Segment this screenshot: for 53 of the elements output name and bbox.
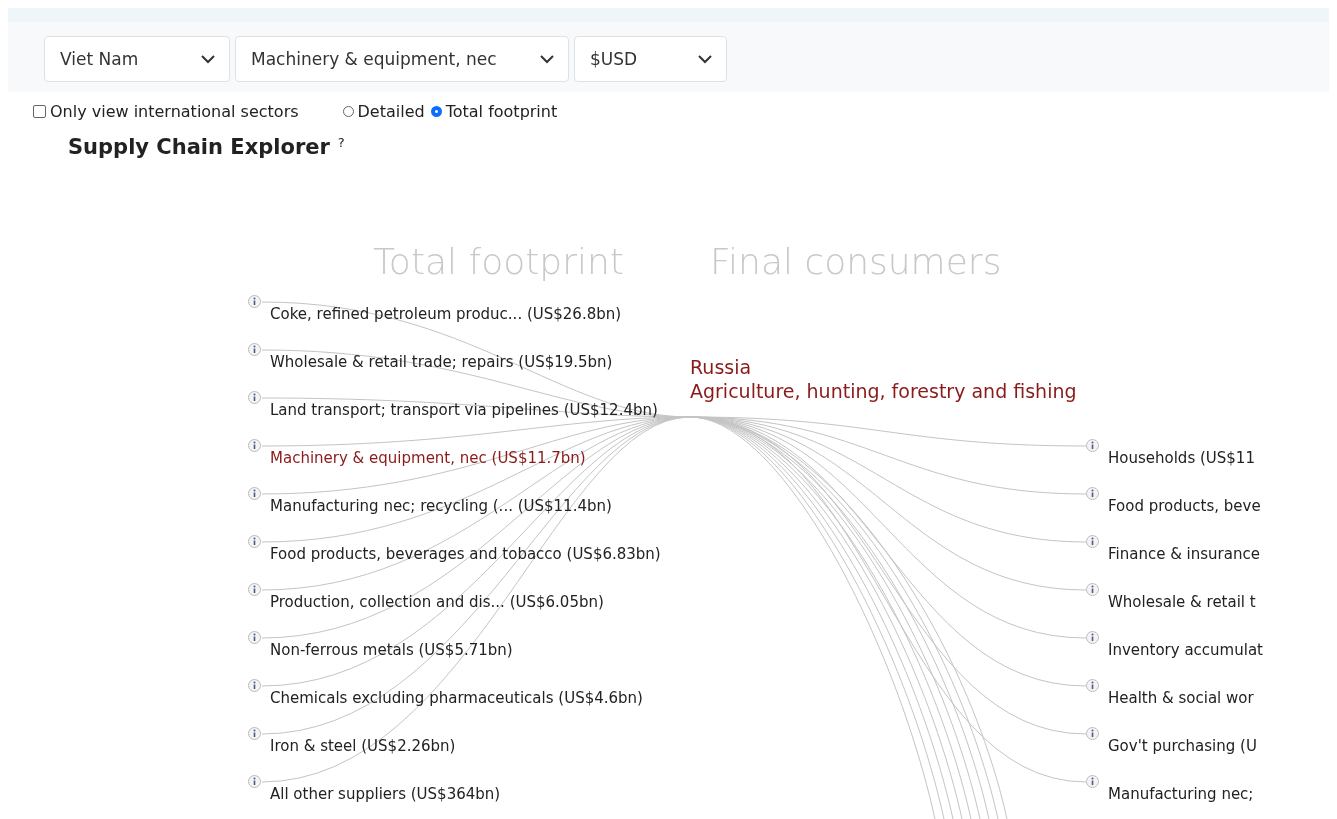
chevron-down-icon	[698, 54, 712, 64]
consumer-label[interactable]: Wholesale & retail t	[1108, 593, 1256, 611]
focus-country: Russia	[690, 355, 752, 379]
supplier-label[interactable]: Iron & steel (US$2.26bn)	[270, 737, 456, 755]
info-icon[interactable]	[248, 583, 261, 596]
info-icon[interactable]	[248, 439, 261, 452]
info-icon[interactable]	[248, 343, 261, 356]
info-icon[interactable]	[1086, 775, 1099, 788]
consumer-label[interactable]: Finance & insurance	[1108, 545, 1260, 563]
info-icon[interactable]	[1086, 487, 1099, 500]
supplier-label[interactable]: Coke, refined petroleum produc... (US$26.8bn)	[270, 305, 622, 323]
info-icon[interactable]	[1086, 583, 1099, 596]
supplier-label[interactable]: Production, collection and dis... (US$6.05bn)	[270, 593, 604, 611]
radio-label: Detailed	[357, 102, 425, 121]
info-icon[interactable]	[1086, 439, 1099, 452]
consumer-label[interactable]: Health & social wor	[1108, 689, 1254, 707]
supplier-label[interactable]: Wholesale & retail trade; repairs (US$19.5bn)	[270, 353, 613, 371]
supplier-label[interactable]: Non-ferrous metals (US$5.71bn)	[270, 641, 513, 659]
info-icon[interactable]	[248, 631, 261, 644]
radio-button[interactable]	[430, 106, 442, 117]
supplier-label[interactable]: Manufacturing nec; recycling (... (US$11.4bn)	[270, 497, 612, 515]
info-icon[interactable]	[248, 391, 261, 404]
info-icon[interactable]	[248, 679, 261, 692]
info-icon[interactable]	[1086, 631, 1099, 644]
checkbox-label: Only view international sectors	[50, 102, 299, 121]
page-title: Supply Chain Explorer	[68, 135, 330, 159]
consumer-label[interactable]: Households (US$11	[1108, 449, 1255, 467]
consumer-label[interactable]: Manufacturing nec;	[1108, 785, 1254, 803]
info-icon[interactable]	[248, 535, 261, 548]
info-icon[interactable]	[1086, 727, 1099, 740]
focus-sector: Agriculture, hunting, forestry and fishing	[690, 379, 1077, 403]
consumer-label[interactable]: Inventory accumulat	[1108, 641, 1263, 659]
help-mark[interactable]: ?	[337, 135, 345, 150]
dropdown[interactable]: Viet Nam	[44, 36, 230, 82]
supplier-label[interactable]: Chemicals excluding pharmaceuticals (US$4.6bn)	[270, 689, 643, 707]
dropdown[interactable]: Machinery & equipment, nec	[235, 36, 569, 82]
info-icon[interactable]	[1086, 679, 1099, 692]
radio-label: Total footprint	[445, 102, 558, 121]
info-icon[interactable]	[1086, 535, 1099, 548]
consumer-label[interactable]: Gov't purchasing (U	[1108, 737, 1257, 755]
info-icon[interactable]	[248, 727, 261, 740]
info-icon[interactable]	[248, 487, 261, 500]
supplier-label[interactable]: All other suppliers (US$364bn)	[270, 785, 501, 803]
chevron-down-icon	[540, 54, 554, 64]
checkbox[interactable]	[33, 105, 46, 118]
supplier-label[interactable]: Machinery & equipment, nec (US$11.7bn)	[270, 449, 586, 467]
consumer-label[interactable]: Food products, beve	[1108, 497, 1261, 515]
supplier-label[interactable]: Food products, beverages and tobacco (US$6.83bn)	[270, 545, 661, 563]
chevron-down-icon	[201, 54, 215, 64]
supplier-label[interactable]: Land transport; transport via pipelines (US$12.4bn)	[270, 401, 658, 419]
info-icon[interactable]	[248, 295, 261, 308]
info-icon[interactable]	[248, 775, 261, 788]
dropdown[interactable]: $USD	[574, 36, 727, 82]
